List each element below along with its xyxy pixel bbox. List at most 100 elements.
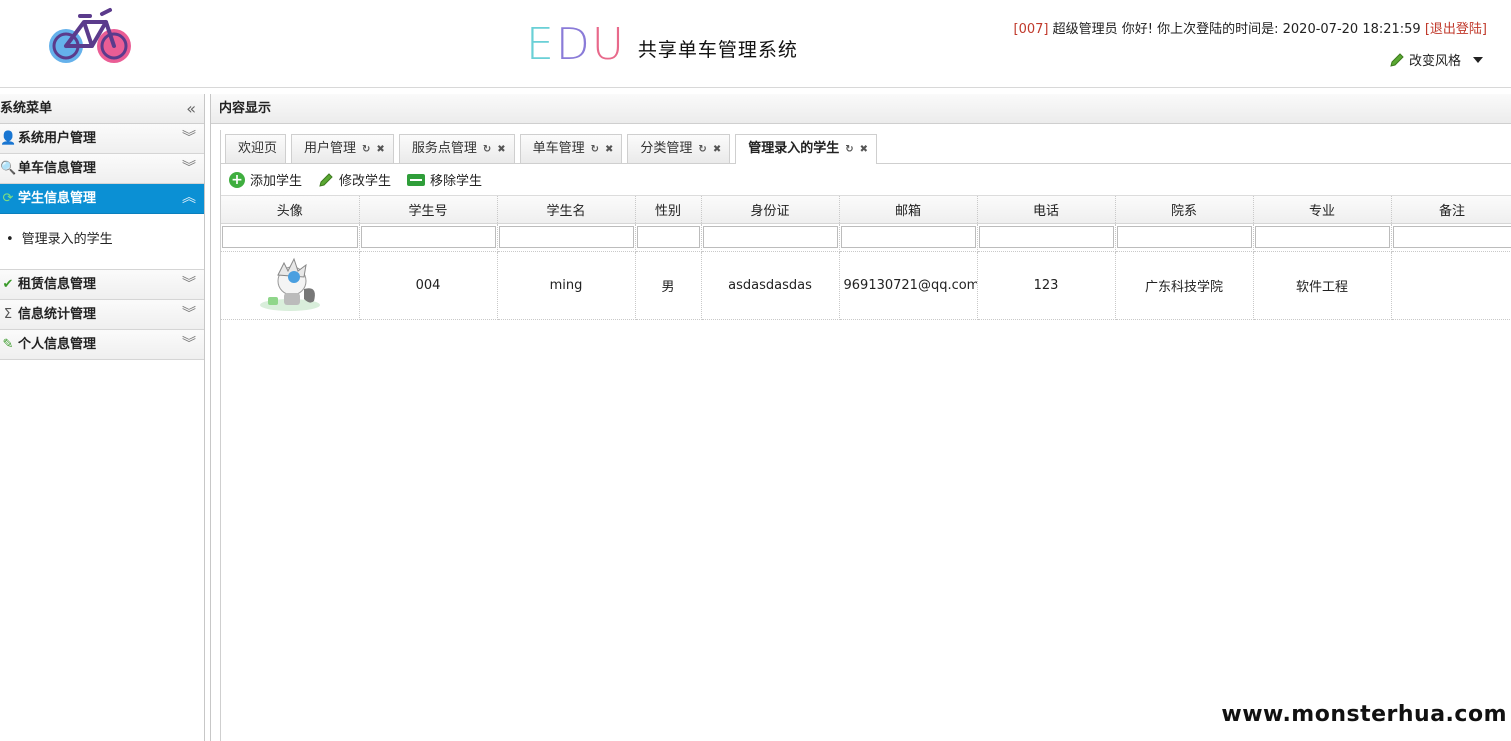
filter-cell [1115,223,1254,252]
submenu-item-manage-students[interactable]: 管理录入的学生 [6,228,204,247]
logout-link[interactable]: [退出登陆] [1425,22,1487,37]
submenu-student-info: 管理录入的学生 [0,214,204,270]
menu-group-rental-info[interactable]: ✔ 租赁信息管理 ︾ [0,270,204,300]
brand-title: EDU 共享单车管理系统 [526,10,798,70]
filter-cell [497,223,636,252]
brand-edu: EDU [526,20,626,70]
filter-input-avatar[interactable] [222,226,358,248]
refresh-icon[interactable]: ↻ [698,144,706,155]
menu-group-label: 信息统计管理 [18,307,97,322]
table-header-row: 头像 学生号 学生名 性别 身份证 邮箱 电话 院系 专业 备注 [221,196,1511,224]
tab-service-points[interactable]: 服务点管理 ↻ ✖ [398,134,515,163]
filter-input-remark[interactable] [1392,226,1511,248]
menu-group-label: 租赁信息管理 [18,277,97,292]
refresh-icon[interactable]: ↻ [591,144,599,155]
column-header-student-name[interactable]: 学生名 [497,196,636,224]
menu-group-statistics[interactable]: Σ 信息统计管理 ︾ [0,300,204,330]
change-style-menu[interactable]: 改变风格 [1389,50,1483,69]
filter-input-id-card[interactable] [702,226,838,248]
menu-group-system-users[interactable]: 👤 系统用户管理 ︾ [0,124,204,154]
remove-student-label: 移除学生 [430,174,483,189]
pencil-icon [1390,52,1404,67]
add-student-label: 添加学生 [250,174,303,189]
table-row[interactable]: 004 ming 男 asdasdasdas 969130721@qq.coma… [221,251,1511,320]
column-header-department[interactable]: 院系 [1115,196,1254,224]
sidebar: 系统菜单 « 👤系统用户管理 ︾ 🔍单车信息管理 ︾ ⟳ 学生信息管理 ︽ 管理录… [0,94,205,741]
filter-cell [701,223,840,252]
pencil-icon [319,172,333,187]
menu-group-personal-info[interactable]: ✎ 个人信息管理 ︾ [0,330,204,360]
filter-input-student-name[interactable] [498,226,634,248]
column-header-remark[interactable]: 备注 [1391,196,1511,224]
cell-student-no: 004 [359,251,498,320]
column-header-email[interactable]: 邮箱 [839,196,978,224]
column-header-id-card[interactable]: 身份证 [701,196,840,224]
menu-group-label: 学生信息管理 [18,191,97,206]
tab-label: 分类管理 [640,141,693,156]
column-header-major[interactable]: 专业 [1253,196,1392,224]
chevron-down-icon: ︾ [182,276,196,292]
filter-cell [635,223,702,252]
filter-cell [1391,223,1511,252]
student-table: 头像 学生号 学生名 性别 身份证 邮箱 电话 院系 专业 备注 004 min… [221,196,1511,320]
column-header-phone[interactable]: 电话 [977,196,1116,224]
caret-down-icon [1473,56,1483,63]
menu-group-label: 个人信息管理 [18,337,97,352]
brand-letter-u: U [591,19,626,70]
refresh-icon: ⟳ [2,191,14,206]
tab-label: 单车管理 [532,141,585,156]
menu-group-student-info[interactable]: ⟳ 学生信息管理 ︽ [0,184,204,214]
close-icon[interactable]: ✖ [497,144,505,155]
filter-row [221,223,1511,252]
tab-strip: 欢迎页 用户管理 ↻ ✖ 服务点管理 ↻ ✖ 单车管理 ↻ ✖ 分类管理 ↻ ✖ 管理录入的学生… [221,130,1511,164]
refresh-icon[interactable]: ↻ [362,144,370,155]
chevron-down-icon: ︾ [182,130,196,146]
cell-remark [1391,251,1511,320]
column-header-avatar[interactable]: 头像 [221,196,360,224]
refresh-icon[interactable]: ↻ [845,144,853,155]
tab-label: 管理录入的学生 [748,141,840,156]
menu-group-bike-info[interactable]: 🔍 单车信息管理 ︾ [0,154,204,184]
edit-student-button[interactable]: 修改学生 [318,170,391,189]
brand-letter-d: D [555,19,592,70]
user-icon: 👤 [0,131,17,146]
remove-student-button[interactable]: 移除学生 [407,170,482,189]
tab-welcome[interactable]: 欢迎页 [225,134,287,163]
filter-input-phone[interactable] [978,226,1114,248]
brand-subtitle: 共享单车管理系统 [637,39,798,61]
filter-input-major[interactable] [1254,226,1390,248]
filter-input-email[interactable] [840,226,976,248]
content-title: 内容显示 [211,94,1511,124]
sidebar-title-text: 系统菜单 [0,101,53,116]
column-header-student-no[interactable]: 学生号 [359,196,498,224]
filter-input-gender[interactable] [636,226,700,248]
pencil-icon: ✎ [2,337,14,352]
tab-label: 服务点管理 [411,141,477,156]
close-icon[interactable]: ✖ [713,144,721,155]
close-icon[interactable]: ✖ [605,144,613,155]
filter-cell [1253,223,1392,252]
refresh-icon[interactable]: ↻ [483,144,491,155]
filter-input-student-no[interactable] [360,226,496,248]
tab-category-management[interactable]: 分类管理 ↻ ✖ [627,134,731,163]
close-icon[interactable]: ✖ [860,144,868,155]
tab-manage-students[interactable]: 管理录入的学生 ↻ ✖ [735,134,877,164]
change-style-label: 改变风格 [1408,54,1461,69]
cell-id-card: asdasdasdas [701,251,840,320]
check-icon: ✔ [2,277,14,292]
content-panel: 内容显示 欢迎页 用户管理 ↻ ✖ 服务点管理 ↻ ✖ 单车管理 ↻ ✖ 分类管理 ↻ ✖ 管理… [210,94,1511,741]
filter-input-department[interactable] [1116,226,1252,248]
column-header-gender[interactable]: 性别 [635,196,702,224]
filter-cell [221,223,360,252]
close-icon[interactable]: ✖ [376,144,384,155]
add-icon: + [229,171,245,188]
tab-user-management[interactable]: 用户管理 ↻ ✖ [291,134,394,163]
remove-icon [407,173,426,186]
cell-avatar [221,251,360,320]
collapse-left-icon[interactable]: « [186,94,196,124]
watermark: www.monsterhua.com [1221,702,1507,727]
add-student-button[interactable]: + 添加学生 [229,170,302,189]
cell-student-name: ming [497,251,636,320]
chevron-down-icon: ︾ [182,336,196,352]
tab-bike-management[interactable]: 单车管理 ↻ ✖ [519,134,623,163]
